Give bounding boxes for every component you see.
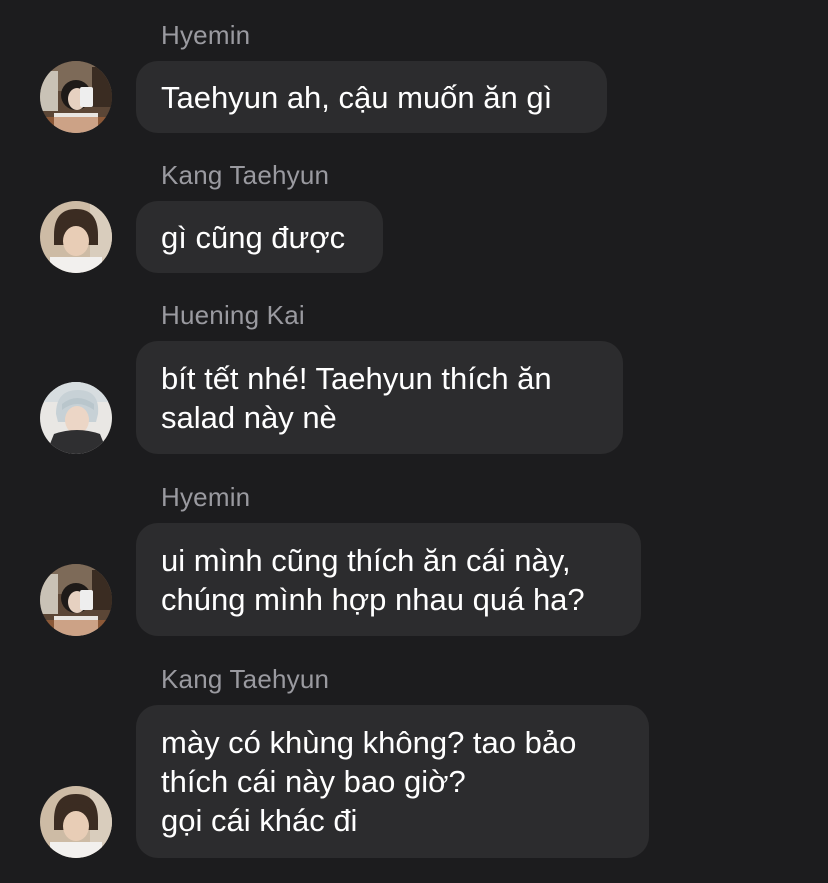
- profile-photo-taehyun-icon: [40, 201, 112, 273]
- message-text: gì cũng được: [161, 219, 346, 255]
- sender-name: Kang Taehyun: [161, 160, 330, 190]
- message-text: Taehyun ah, cậu muốn ăn gì: [161, 79, 553, 115]
- profile-photo-taehyun-icon: [40, 786, 112, 858]
- message-text-line: gọi cái khác đi: [161, 803, 358, 838]
- profile-photo-huening-kai-icon: [40, 382, 112, 454]
- message-bubble[interactable]: Taehyun ah, cậu muốn ăn gì: [136, 61, 607, 133]
- message-text-line: thích cái này bao giờ?: [161, 764, 466, 799]
- message-bubble[interactable]: mày có khùng không? tao bảo thích cái nà…: [136, 705, 649, 858]
- message-text-line: ui mình cũng thích ăn cái này,: [161, 542, 571, 578]
- avatar[interactable]: [40, 201, 112, 273]
- avatar[interactable]: [40, 786, 112, 858]
- message-text-line: chúng mình hợp nhau quá ha?: [161, 581, 585, 617]
- message-bubble[interactable]: gì cũng được: [136, 201, 383, 273]
- sender-name: Kang Taehyun: [161, 664, 330, 694]
- message-text-line: salad này nè: [161, 399, 337, 435]
- avatar[interactable]: [40, 564, 112, 636]
- message-bubble[interactable]: ui mình cũng thích ăn cái này, chúng mìn…: [136, 523, 641, 636]
- message-bubble[interactable]: bít tết nhé! Taehyun thích ăn salad này …: [136, 341, 623, 454]
- chat-thread: Hyemin Taehyun ah, cậu muốn ăn gì Kang T…: [0, 0, 828, 883]
- sender-name: Hyemin: [161, 482, 251, 512]
- sender-name: Hyemin: [161, 20, 251, 50]
- profile-photo-hyemin-icon: [40, 564, 112, 636]
- avatar[interactable]: [40, 61, 112, 133]
- message-text-line: bít tết nhé! Taehyun thích ăn: [161, 360, 552, 396]
- avatar[interactable]: [40, 382, 112, 454]
- sender-name: Huening Kai: [161, 300, 305, 330]
- message-text-line: mày có khùng không? tao bảo: [161, 725, 577, 760]
- profile-photo-hyemin-icon: [40, 61, 112, 133]
